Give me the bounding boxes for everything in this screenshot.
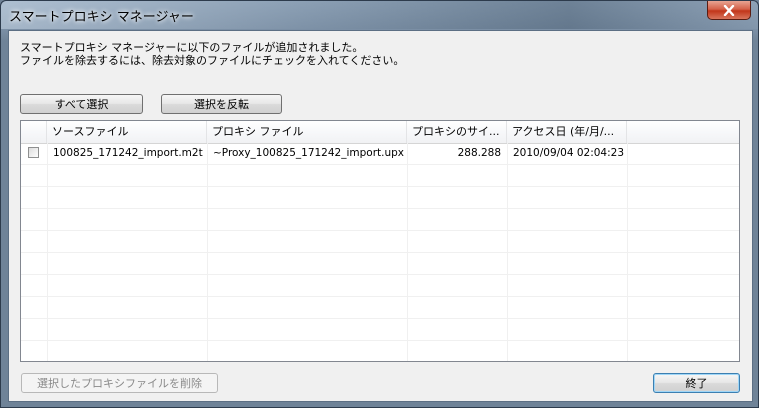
column-header-size[interactable]: プロキシのサイ...: [407, 121, 507, 143]
proxy-file-list[interactable]: ソースファイル プロキシ ファイル プロキシのサイ... アクセス日 (年/月/…: [20, 120, 740, 362]
instruction-message: スマートプロキシ マネージャーに以下のファイルが追加されました。 ファイルを除去…: [20, 41, 404, 67]
instruction-line-1: スマートプロキシ マネージャーに以下のファイルが追加されました。: [20, 41, 364, 54]
title-bar[interactable]: スマートプロキシ マネージャー: [1, 1, 758, 29]
close-icon: [723, 4, 735, 16]
empty-row: [21, 253, 739, 275]
list-header: ソースファイル プロキシ ファイル プロキシのサイ... アクセス日 (年/月/…: [21, 121, 739, 144]
finish-button[interactable]: 終了: [653, 373, 740, 393]
close-button[interactable]: [707, 1, 751, 20]
proxy-size-cell: 288.288: [457, 147, 501, 159]
window-title: スマートプロキシ マネージャー: [9, 10, 194, 25]
empty-row: [21, 341, 739, 361]
empty-row: [21, 165, 739, 187]
row-checkbox[interactable]: [28, 147, 39, 158]
empty-row: [21, 297, 739, 319]
source-file-cell: 100825_171242_import.m2t: [53, 147, 203, 159]
column-header-source[interactable]: ソースファイル: [47, 121, 207, 143]
proxy-file-cell: ~Proxy_100825_171242_import.upx: [213, 147, 405, 159]
select-all-button[interactable]: すべて選択: [20, 94, 143, 114]
empty-row: [21, 187, 739, 209]
column-header-access-date[interactable]: アクセス日 (年/月/...: [507, 121, 627, 143]
delete-selected-proxy-button[interactable]: 選択したプロキシファイルを削除: [21, 373, 218, 393]
empty-row: [21, 275, 739, 297]
empty-row: [21, 231, 739, 253]
instruction-line-2: ファイルを除去するには、除去対象のファイルにチェックを入れてください。: [20, 54, 405, 67]
empty-row: [21, 319, 739, 341]
access-date-cell: 2010/09/04 02:04:23: [513, 147, 625, 159]
invert-selection-button[interactable]: 選択を反転: [161, 94, 282, 114]
column-header-proxy[interactable]: プロキシ ファイル: [207, 121, 407, 143]
table-row[interactable]: 100825_171242_import.m2t ~Proxy_100825_1…: [21, 143, 739, 165]
column-header-checkbox[interactable]: [21, 121, 47, 143]
dialog-window: スマートプロキシ マネージャー スマートプロキシ マネージャーに以下のファイルが…: [0, 0, 759, 408]
dialog-body: スマートプロキシ マネージャーに以下のファイルが追加されました。 ファイルを除去…: [8, 30, 753, 402]
empty-row: [21, 209, 739, 231]
